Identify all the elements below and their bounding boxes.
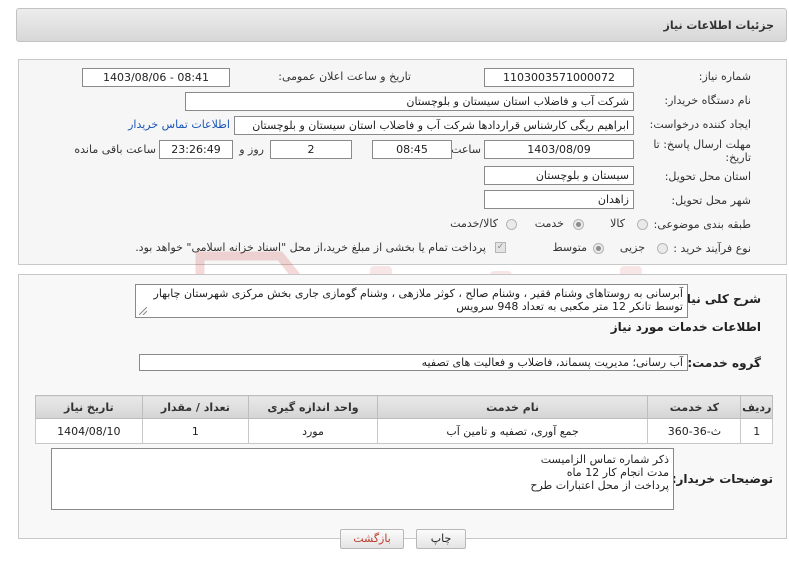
category-service-label: خدمت (534, 217, 564, 230)
summary-textarea[interactable]: آبرسانی به روستاهای وشنام فقیر ، وشنام ص… (135, 284, 688, 318)
col-row-number: ردیف (740, 395, 773, 419)
process-minor-radio[interactable] (657, 243, 668, 254)
cell-quantity: 1 (141, 418, 250, 444)
buyer-notes-line: مدت انجام کار 12 ماه (566, 466, 669, 479)
days-label: روز و (239, 143, 264, 156)
cell-need-date: 1404/08/10 (35, 418, 143, 444)
category-label: طبقه بندی موضوعی: (653, 218, 751, 231)
deadline-time-label: ساعت (451, 143, 481, 156)
remaining-time-label: ساعت باقی مانده (74, 143, 156, 156)
deadline-label: مهلت ارسال پاسخ: تا (653, 138, 751, 151)
category-goods-service-label: کالا/خدمت (450, 217, 498, 230)
col-service-name: نام خدمت (376, 395, 649, 419)
buyer-contact-link[interactable]: اطلاعات تماس خریدار (128, 118, 230, 131)
service-group-field[interactable]: آب رسانی؛ مدیریت پسماند، فاضلاب و فعالیت… (139, 354, 688, 371)
print-button[interactable]: چاپ (416, 529, 466, 549)
treasury-note: پرداخت تمام یا بخشی از مبلغ خرید،از محل … (135, 241, 486, 254)
deadline-label-date: تاریخ: (725, 151, 751, 164)
page-header: جزئیات اطلاعات نیاز (16, 8, 787, 42)
delivery-city-field[interactable]: زاهدان (484, 190, 634, 209)
services-table: ردیف کد خدمت نام خدمت واحد اندازه گیری ت… (35, 395, 773, 444)
process-medium-radio[interactable] (593, 243, 604, 254)
deadline-time-field[interactable]: 08:45 (372, 140, 452, 159)
need-number-label: شماره نیاز: (698, 70, 751, 83)
category-goods-label: کالا (610, 217, 625, 230)
deadline-date-field[interactable]: 1403/08/09 (484, 140, 634, 159)
buyer-notes-textarea[interactable]: ذکر شماره تماس الزامیست مدت انجام کار 12… (51, 448, 674, 510)
col-need-date: تاریخ نیاز (35, 395, 143, 419)
announce-datetime-field[interactable]: 1403/08/06 - 08:41 (82, 68, 230, 87)
delivery-province-field[interactable]: سیستان و بلوچستان (484, 166, 634, 185)
summary-resize-handle-icon[interactable] (139, 307, 147, 315)
process-medium-label: متوسط (552, 241, 587, 254)
buyer-notes-line: ذکر شماره تماس الزامیست (540, 453, 669, 466)
category-service-radio[interactable] (573, 219, 584, 230)
cell-row-number: 1 (740, 418, 773, 444)
category-goods-service-radio[interactable] (506, 219, 517, 230)
buyer-org-field[interactable]: شرکت آب و فاضلاب استان سیستان و بلوچستان (185, 92, 634, 111)
cell-service-name: جمع آوری، تصفیه و تامین آب (376, 418, 649, 444)
col-unit: واحد اندازه گیری (248, 395, 378, 419)
category-goods-radio[interactable] (637, 219, 648, 230)
remaining-days-field[interactable]: 2 (270, 140, 352, 159)
announce-datetime-label: تاریخ و ساعت اعلان عمومی: (278, 70, 411, 83)
page-title: جزئیات اطلاعات نیاز (663, 19, 775, 32)
delivery-province-label: استان محل تحویل: (664, 170, 751, 183)
creator-label: ایجاد کننده درخواست: (649, 118, 751, 131)
back-button[interactable]: بازگشت (340, 529, 404, 549)
cell-service-code: ث-36-360 (647, 418, 742, 444)
buyer-notes-line: پرداخت از محل اعتبارات طرح (530, 479, 669, 492)
cell-unit: مورد (248, 418, 378, 444)
delivery-city-label: شهر محل تحویل: (671, 194, 751, 207)
need-number-field[interactable]: 1103003571000072 (484, 68, 634, 87)
process-type-label: نوع فرآیند خرید : (673, 242, 751, 255)
services-table-header: ردیف کد خدمت نام خدمت واحد اندازه گیری ت… (35, 395, 773, 419)
remaining-time-field[interactable]: 23:26:49 (159, 140, 233, 159)
buyer-notes-label: توضیحات خریدار: (671, 472, 773, 486)
need-info-panel (18, 59, 787, 265)
service-group-label: گروه خدمت: (687, 356, 761, 370)
col-quantity: تعداد / مقدار (141, 395, 250, 419)
creator-field[interactable]: ابراهیم ریگی کارشناس قراردادها شرکت آب و… (234, 116, 634, 135)
buyer-org-label: نام دستگاه خریدار: (664, 94, 751, 107)
col-service-code: کد خدمت (647, 395, 742, 419)
table-row[interactable]: 1 ث-36-360 جمع آوری، تصفیه و تامین آب مو… (35, 418, 773, 444)
services-section-title: اطلاعات خدمات مورد نیاز (610, 320, 761, 334)
process-minor-label: جزیی (619, 241, 645, 254)
treasury-checkbox[interactable]: ✓ (495, 242, 506, 253)
